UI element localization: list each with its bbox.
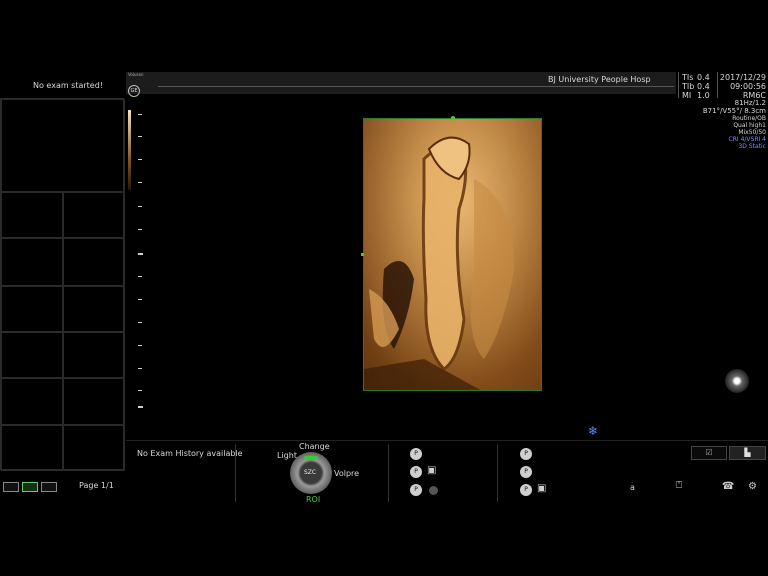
knob-indicator: [304, 456, 318, 460]
volpre-label: Volpre: [334, 469, 360, 478]
thumbnail-cell[interactable]: [63, 192, 125, 238]
roi-marker-left[interactable]: [361, 253, 364, 256]
bottom-divider: [126, 440, 768, 441]
trackball-icon[interactable]: [725, 369, 749, 393]
histogram-icon: ▙: [744, 448, 751, 457]
freeze-snowflake-icon: ❄: [588, 424, 599, 438]
tib-label: TIb: [682, 82, 695, 91]
exam-history-text: No Exam History available: [137, 449, 243, 458]
brand-logo: Voluson GE: [128, 72, 144, 97]
thumbnail-panel: [0, 98, 125, 471]
thumbnail-cell[interactable]: [1, 425, 63, 471]
save-icon[interactable]: ▣: [537, 483, 546, 494]
phone-icon[interactable]: ☎: [722, 481, 734, 492]
p-button[interactable]: P: [410, 466, 422, 478]
header-separator: [678, 72, 679, 98]
tis-value: 0.4: [697, 73, 710, 82]
param-mode: 3D Static: [738, 143, 766, 150]
panel-separator: [235, 444, 236, 502]
depth-tick: [138, 406, 143, 408]
date: 2017/12/29: [719, 73, 766, 82]
gray-scale-bar: [128, 110, 131, 190]
settings-icon[interactable]: ⚙: [748, 481, 757, 492]
panel-separator: [497, 444, 498, 502]
thumbnail-cell[interactable]: [1, 332, 63, 378]
depth-tick: [138, 299, 142, 300]
tis-label: TIs: [682, 73, 694, 82]
mi-value: 1.0: [697, 91, 710, 100]
thumbnail-cell[interactable]: [63, 425, 125, 471]
depth-tick: [138, 206, 142, 207]
user-icon[interactable]: ⍞: [676, 480, 682, 491]
thumbnail-cell[interactable]: [63, 378, 125, 425]
p-button[interactable]: P: [520, 448, 532, 460]
thumbnail-cell[interactable]: [1, 99, 125, 192]
depth-ruler: [138, 110, 144, 410]
thumbnail-cell[interactable]: [63, 238, 125, 286]
save-icon[interactable]: ▣: [427, 465, 436, 476]
checkbox-icon: ☑: [705, 448, 713, 457]
fetus-render: [364, 119, 541, 390]
letter-a: a: [630, 483, 635, 492]
param-angles: B71°/V55°/ 8.3cm: [702, 107, 766, 115]
report-button[interactable]: ☑: [691, 446, 727, 460]
depth-tick: [138, 390, 142, 391]
p-button[interactable]: P: [410, 448, 422, 460]
p-button[interactable]: P: [410, 484, 422, 496]
change-label: Change: [299, 442, 330, 451]
header-divider: [158, 86, 674, 87]
depth-tick: [138, 253, 143, 255]
control-knob[interactable]: SZC: [290, 452, 332, 494]
depth-tick: [138, 276, 142, 277]
roi-marker-top[interactable]: [451, 116, 455, 120]
depth-tick: [138, 345, 142, 346]
thumbnail-cell[interactable]: [1, 192, 63, 238]
p-button[interactable]: P: [520, 484, 532, 496]
circle-icon[interactable]: [429, 486, 438, 495]
param-frame-rate: 81Hz/1.2: [734, 99, 766, 107]
tib-value: 0.4: [697, 82, 710, 91]
depth-tick: [138, 229, 142, 230]
chart-button[interactable]: ▙: [729, 446, 766, 460]
depth-tick: [138, 368, 142, 369]
thumbnail-cell[interactable]: [1, 378, 63, 425]
header-separator: [717, 72, 718, 98]
param-cri: CRI 4/VSRI 4: [728, 136, 766, 143]
hospital-name: BJ University People Hosp: [548, 75, 651, 84]
page-indicator: Page 1/1: [79, 481, 114, 490]
thumbnail-cell[interactable]: [63, 286, 125, 332]
brand-label: Voluson: [128, 72, 144, 77]
depth-tick: [138, 136, 142, 137]
ge-logo-icon: GE: [128, 85, 140, 97]
depth-tick: [138, 182, 142, 183]
param-preset: Routine/OB: [732, 115, 766, 122]
layout-list-button[interactable]: [41, 482, 57, 492]
depth-tick: [138, 114, 142, 115]
mi-label: MI: [682, 91, 692, 100]
depth-tick: [138, 322, 142, 323]
knob-label: SZC: [304, 469, 317, 476]
param-quality: Qual high1: [733, 122, 766, 129]
param-mix: Mix50/50: [738, 129, 766, 136]
p-button[interactable]: P: [520, 466, 532, 478]
panel-separator: [388, 444, 389, 502]
thumbnail-cell[interactable]: [63, 332, 125, 378]
thumbnail-cell[interactable]: [1, 286, 63, 332]
time: 09:00:56: [730, 82, 766, 91]
thumbnail-cell[interactable]: [1, 238, 63, 286]
roi-label: ROI: [306, 495, 321, 504]
ultrasound-3d-image[interactable]: [363, 118, 542, 391]
status-text: No exam started!: [33, 81, 104, 90]
layout-dual-button[interactable]: [22, 482, 38, 492]
depth-tick: [138, 159, 142, 160]
layout-single-button[interactable]: [3, 482, 19, 492]
